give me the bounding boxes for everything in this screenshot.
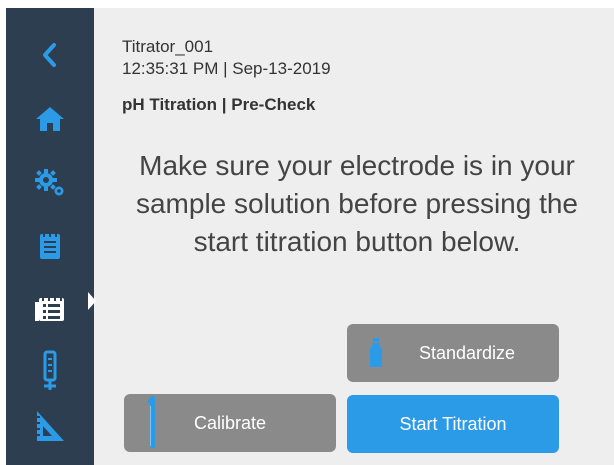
sidebar-item-methods[interactable] [6, 287, 94, 331]
sidebar-item-settings[interactable] [6, 161, 94, 205]
device-name: Titrator_001 [122, 37, 214, 56]
sidebar-item-measure[interactable] [6, 404, 94, 448]
home-icon [34, 105, 66, 133]
electrode-probe-icon [146, 396, 158, 455]
chevron-left-icon [40, 42, 60, 68]
back-button[interactable] [6, 33, 94, 77]
triangle-ruler-icon [34, 409, 66, 443]
breadcrumb: pH Titration | Pre-Check [122, 95, 316, 114]
electrode-icon [38, 350, 62, 394]
main-content: Titrator_001 12:35:31 PM | Sep-13-2019 p… [94, 8, 614, 465]
calibrate-button[interactable]: Calibrate [124, 394, 336, 452]
sidebar-item-electrode[interactable] [6, 346, 94, 398]
sidebar-item-notes[interactable] [6, 223, 94, 267]
calibrate-label: Calibrate [193, 412, 267, 433]
sidebar-item-home[interactable] [6, 97, 94, 141]
bottle-icon [369, 338, 383, 373]
precheck-message: Make sure your electrode is in your samp… [135, 150, 579, 257]
standardize-label: Standardize [418, 342, 516, 363]
gears-icon [34, 168, 66, 198]
sidebar [6, 8, 94, 465]
standardize-button[interactable]: Standardize [347, 324, 559, 382]
start-titration-button[interactable]: Start Titration [347, 395, 559, 453]
timestamp: 12:35:31 PM | Sep-13-2019 [122, 59, 331, 78]
list-icon [34, 295, 66, 323]
start-titration-label: Start Titration [399, 413, 507, 434]
notepad-icon [38, 230, 62, 260]
